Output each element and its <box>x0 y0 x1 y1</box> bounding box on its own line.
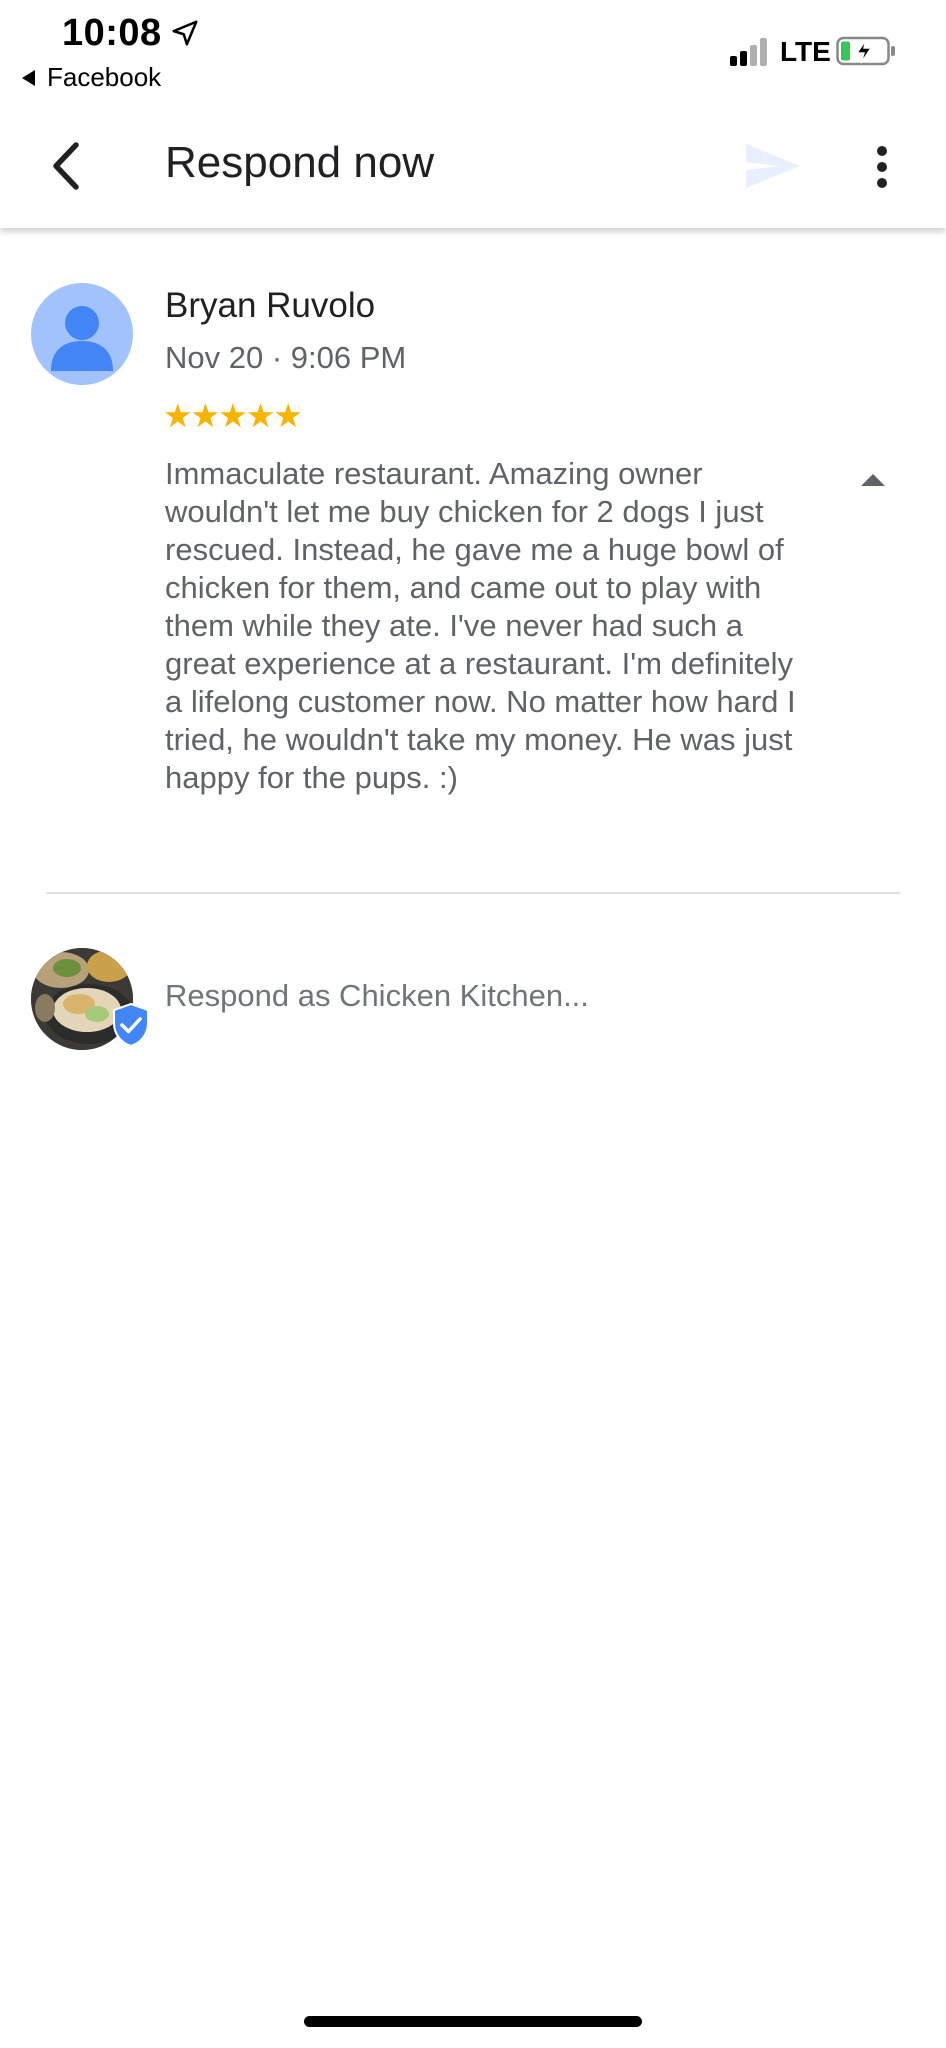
send-button[interactable] <box>740 138 806 194</box>
star-rating: ★★★★★ <box>163 397 303 434</box>
network-type: LTE <box>780 36 831 67</box>
review-date: Nov 20 · 9:06 PM <box>165 340 407 375</box>
chevron-left-icon <box>53 142 79 190</box>
verified-badge-icon <box>113 1003 149 1047</box>
cellular-signal-icon <box>730 36 772 66</box>
location-arrow-icon <box>172 20 198 46</box>
divider <box>46 892 900 894</box>
more-vert-icon <box>877 146 887 156</box>
battery-charging-icon <box>836 36 895 66</box>
home-indicator[interactable] <box>304 2016 642 2027</box>
send-icon <box>746 144 800 188</box>
back-app-label: Facebook <box>47 62 162 92</box>
status-time: 10:08 <box>62 12 162 54</box>
respond-input[interactable] <box>165 978 865 1014</box>
back-button[interactable] <box>40 136 92 196</box>
more-options-button[interactable] <box>862 142 902 192</box>
collapse-review-button[interactable] <box>858 470 888 490</box>
person-icon <box>51 306 113 371</box>
back-to-app-link[interactable]: Facebook <box>22 62 161 93</box>
page-title: Respond now <box>165 138 435 187</box>
reviewer-avatar <box>31 283 133 385</box>
triangle-up-icon <box>861 474 885 486</box>
reviewer-name: Bryan Ruvolo <box>165 286 376 325</box>
app-bar: Respond now <box>0 102 946 228</box>
back-triangle-icon <box>22 69 35 86</box>
review-text: Immaculate restaurant. Amazing owner wou… <box>165 456 796 795</box>
status-bar: 10:08 Facebook LTE <box>0 0 946 100</box>
